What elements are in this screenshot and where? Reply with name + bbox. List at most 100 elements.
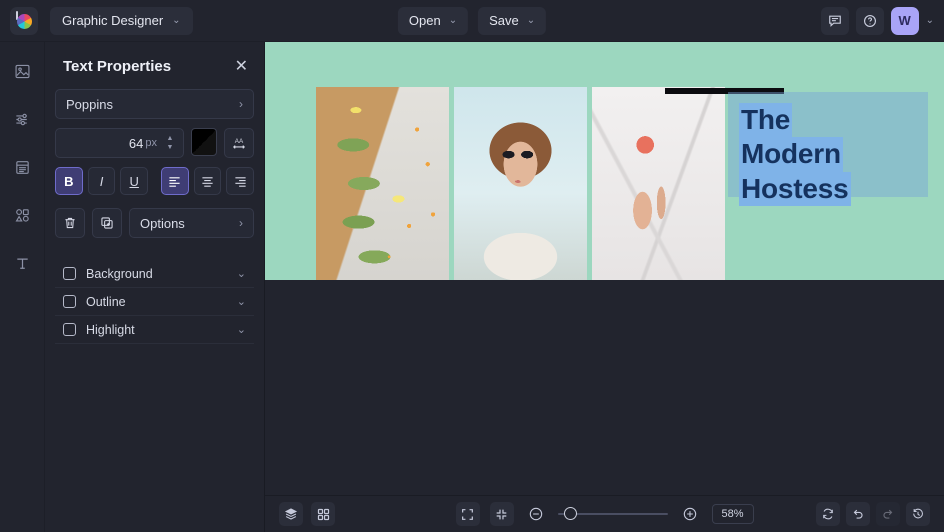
befunky-logo[interactable] [10, 7, 38, 35]
zoom-slider[interactable] [557, 507, 667, 521]
image-icon[interactable] [5, 56, 39, 86]
design-canvas[interactable]: The Modern Hostess [265, 42, 944, 280]
font-family-value: Poppins [66, 97, 113, 112]
photo-cocktail-marble[interactable] [592, 87, 725, 280]
font-family-selector[interactable]: Poppins › [55, 89, 254, 119]
underline-button[interactable]: U [120, 167, 148, 195]
photo-woman-sunglasses-image [454, 87, 587, 280]
underline-label: U [129, 174, 138, 189]
heading-text[interactable]: The Modern Hostess [739, 103, 851, 206]
document-icon[interactable] [5, 152, 39, 182]
fit-screen-icon[interactable] [455, 502, 479, 526]
app-body: Text Properties ✕ Poppins › 64 px ▲ ▼ [0, 42, 944, 532]
font-size-stepper[interactable]: ▲ ▼ [163, 136, 177, 151]
photo-cocktail-marble-image [592, 87, 725, 280]
heading-line-3: Hostess [739, 172, 851, 206]
align-left-button[interactable] [161, 167, 189, 195]
font-size-value: 64 [129, 136, 143, 151]
document-selector[interactable]: Graphic Designer ⌄ [50, 7, 193, 35]
app-root: Graphic Designer ⌄ Open ⌄ Save ⌄ [0, 0, 944, 532]
redo-icon[interactable] [876, 502, 900, 526]
options-button[interactable]: Options › [129, 208, 254, 238]
grid-icon[interactable] [311, 502, 335, 526]
shapes-icon[interactable] [5, 200, 39, 230]
open-label: Open [409, 13, 441, 28]
avatar-initial: W [898, 13, 910, 28]
letter-spacing-button[interactable]: AA [224, 128, 254, 158]
zoom-slider-handle[interactable] [563, 507, 576, 520]
chat-icon[interactable] [821, 7, 849, 35]
options-label: Options [140, 216, 185, 231]
photo-avocado-toast[interactable] [316, 87, 449, 280]
chevron-down-icon[interactable]: ⌄ [237, 267, 246, 280]
zoom-level-display[interactable]: 58% [711, 504, 753, 524]
outline-label: Outline [86, 295, 126, 309]
chevron-down-icon[interactable]: ⌄ [237, 323, 246, 336]
undo-icon[interactable] [846, 502, 870, 526]
bold-button[interactable]: B [55, 167, 83, 195]
logo-color-wheel [17, 14, 32, 29]
history-icon[interactable] [906, 502, 930, 526]
close-icon[interactable]: ✕ [235, 59, 248, 75]
save-label: Save [489, 13, 519, 28]
history-controls [816, 502, 930, 526]
canvas-area[interactable]: The Modern Hostess [265, 42, 944, 495]
zoom-in-icon[interactable] [677, 502, 701, 526]
background-checkbox[interactable] [63, 267, 76, 280]
text-icon[interactable] [5, 248, 39, 278]
align-right-button[interactable] [226, 167, 254, 195]
collapse-icon[interactable] [489, 502, 513, 526]
top-right-actions: W ⌄ [821, 7, 934, 35]
background-label: Background [86, 267, 153, 281]
italic-label: I [100, 174, 104, 189]
open-menu-button[interactable]: Open ⌄ [398, 7, 468, 35]
heading-line-2: Modern [739, 137, 843, 171]
text-properties-panel: Text Properties ✕ Poppins › 64 px ▲ ▼ [45, 42, 265, 532]
highlight-label: Highlight [86, 323, 135, 337]
panel-header: Text Properties ✕ [55, 42, 254, 89]
sliders-icon[interactable] [5, 104, 39, 134]
document-name: Graphic Designer [62, 13, 163, 28]
reset-icon[interactable] [816, 502, 840, 526]
chevron-down-icon: ⌄ [527, 15, 535, 26]
stepper-up-icon: ▲ [167, 136, 174, 142]
highlight-toggle-row[interactable]: Highlight ⌄ [55, 316, 254, 344]
chevron-down-icon: ⌄ [449, 15, 457, 26]
photo-avocado-toast-image [316, 87, 449, 280]
outline-checkbox[interactable] [63, 295, 76, 308]
text-effects-list: Background ⌄ Outline ⌄ Highlight ⌄ [55, 260, 254, 344]
chevron-right-icon: › [239, 97, 243, 111]
zoom-out-icon[interactable] [523, 502, 547, 526]
workspace: The Modern Hostess [265, 42, 944, 532]
font-size-row: 64 px ▲ ▼ AA [55, 128, 254, 158]
chevron-right-icon: › [239, 216, 243, 230]
text-color-swatch[interactable] [191, 128, 217, 156]
top-bar: Graphic Designer ⌄ Open ⌄ Save ⌄ [0, 0, 944, 42]
trash-icon[interactable] [55, 208, 85, 238]
chevron-down-icon[interactable]: ⌄ [237, 295, 246, 308]
outline-toggle-row[interactable]: Outline ⌄ [55, 288, 254, 316]
text-actions-row: Options › [55, 208, 254, 238]
svg-text:AA: AA [235, 138, 244, 145]
help-icon[interactable] [856, 7, 884, 35]
heading-line-1: The [739, 103, 792, 137]
user-avatar[interactable]: W [891, 7, 919, 35]
zoom-level-value: 58% [721, 508, 743, 520]
bottom-bar: 58% [265, 495, 944, 532]
account-chevron-down-icon[interactable]: ⌄ [926, 15, 934, 26]
photo-woman-sunglasses[interactable] [454, 87, 587, 280]
font-size-input[interactable]: 64 px ▲ ▼ [55, 128, 184, 158]
layers-icon[interactable] [279, 502, 303, 526]
align-center-button[interactable] [194, 167, 222, 195]
zoom-controls: 58% [455, 502, 753, 526]
stepper-down-icon: ▼ [167, 145, 174, 151]
background-toggle-row[interactable]: Background ⌄ [55, 260, 254, 288]
highlight-checkbox[interactable] [63, 323, 76, 336]
text-format-row: B I U [55, 167, 254, 195]
duplicate-icon[interactable] [92, 208, 122, 238]
tool-rail [0, 42, 45, 532]
italic-button[interactable]: I [88, 167, 116, 195]
save-menu-button[interactable]: Save ⌄ [478, 7, 546, 35]
font-size-unit: px [145, 137, 157, 149]
top-center-menus: Open ⌄ Save ⌄ [398, 7, 546, 35]
